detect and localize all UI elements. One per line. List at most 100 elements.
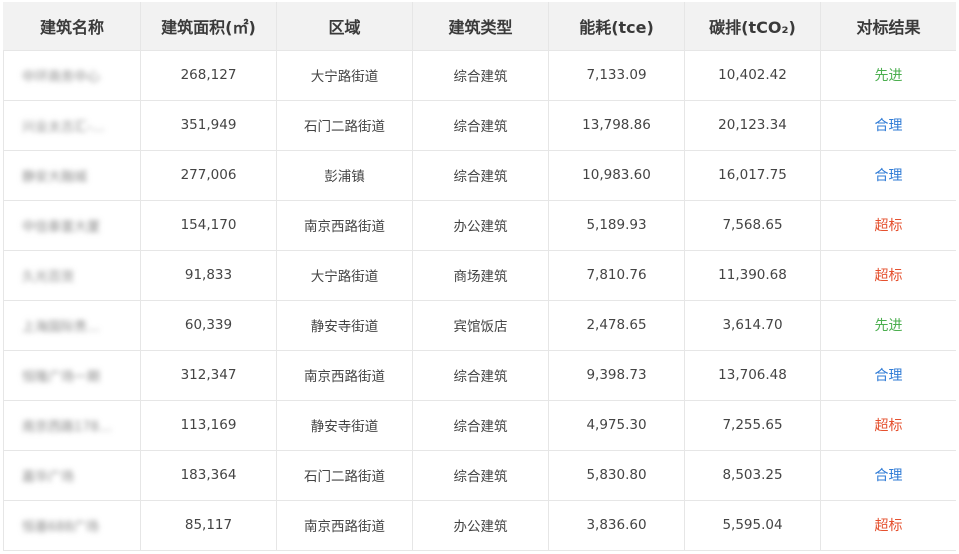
cell-building-type: 综合建筑 [412,400,549,451]
building-name-blurred[interactable]: 久光百货 [22,266,74,285]
building-name-blurred[interactable]: 南京西路178… [22,416,112,435]
cell-result: 超标 [820,250,956,301]
cell-building-type: 综合建筑 [412,350,549,401]
cell-area: 268,127 [140,50,277,101]
cell-building-type: 办公建筑 [412,200,549,251]
cell-building-type: 宾馆饭店 [412,300,549,351]
benchmark-table: 建筑名称 建筑面积(㎡) 区域 建筑类型 能耗(tce) 碳排(tCO₂) 对标… [3,2,956,551]
column-header-carbon[interactable]: 碳排(tCO₂) [684,2,821,51]
cell-result: 合理 [820,450,956,501]
building-name-blurred[interactable]: 中环商务中心 [22,66,100,85]
cell-area: 154,170 [140,200,277,251]
cell-district: 静安寺街道 [276,400,413,451]
cell-building-type: 商场建筑 [412,250,549,301]
benchmark-result-label: 先进 [874,68,903,84]
cell-building-name: 上海国际贵… [3,300,141,351]
column-header-building-type[interactable]: 建筑类型 [412,2,549,51]
cell-building-type: 办公建筑 [412,500,549,551]
column-header-area[interactable]: 建筑面积(㎡) [140,2,277,51]
cell-energy: 9,398.73 [548,350,685,401]
benchmark-result-label: 超标 [874,518,903,534]
cell-building-type: 综合建筑 [412,100,549,151]
cell-building-name: 静安大融城 [3,150,141,201]
benchmark-result-label: 超标 [874,268,903,284]
cell-carbon: 10,402.42 [684,50,821,101]
benchmark-result-label: 超标 [874,418,903,434]
cell-carbon: 13,706.48 [684,350,821,401]
cell-energy: 7,810.76 [548,250,685,301]
cell-area: 351,949 [140,100,277,151]
cell-district: 南京西路街道 [276,500,413,551]
cell-carbon: 7,568.65 [684,200,821,251]
building-name-blurred[interactable]: 嘉华广场 [22,466,74,485]
cell-building-name: 嘉华广场 [3,450,141,501]
cell-building-name: 南京西路178… [3,400,141,451]
table-row[interactable]: 恒隆广场一期 312,347 南京西路街道 综合建筑 9,398.73 13,706.48… [3,350,956,401]
column-header-building-name[interactable]: 建筑名称 [3,2,141,51]
cell-district: 石门二路街道 [276,100,413,151]
cell-result: 超标 [820,500,956,551]
cell-area: 113,169 [140,400,277,451]
cell-building-type: 综合建筑 [412,450,549,501]
building-name-blurred[interactable]: 兴业太古汇-… [22,116,105,135]
cell-district: 大宁路街道 [276,250,413,301]
cell-result: 超标 [820,200,956,251]
cell-area: 91,833 [140,250,277,301]
benchmark-result-label: 合理 [874,168,903,184]
cell-building-name: 恒基688广场 [3,500,141,551]
cell-area: 312,347 [140,350,277,401]
cell-carbon: 11,390.68 [684,250,821,301]
column-header-energy[interactable]: 能耗(tce) [548,2,685,51]
cell-energy: 10,983.60 [548,150,685,201]
cell-energy: 7,133.09 [548,50,685,101]
building-name-blurred[interactable]: 恒隆广场一期 [22,366,100,385]
cell-district: 南京西路街道 [276,200,413,251]
cell-result: 先进 [820,50,956,101]
table-row[interactable]: 中环商务中心 268,127 大宁路街道 综合建筑 7,133.09 10,402.42 先… [3,50,956,101]
cell-carbon: 8,503.25 [684,450,821,501]
table-row[interactable]: 嘉华广场 183,364 石门二路街道 综合建筑 5,830.80 8,503.25 合理 [3,450,956,501]
table-row[interactable]: 久光百货 91,833 大宁路街道 商场建筑 7,810.76 11,390.68 超标 [3,250,956,301]
cell-area: 183,364 [140,450,277,501]
cell-building-name: 恒隆广场一期 [3,350,141,401]
column-header-result[interactable]: 对标结果 [820,2,956,51]
cell-area: 277,006 [140,150,277,201]
table-row[interactable]: 上海国际贵… 60,339 静安寺街道 宾馆饭店 2,478.65 3,614.70 先进 [3,300,956,351]
header-row: 建筑名称 建筑面积(㎡) 区域 建筑类型 能耗(tce) 碳排(tCO₂) 对标… [3,2,956,51]
building-name-blurred[interactable]: 恒基688广场 [22,516,99,535]
benchmark-result-label: 合理 [874,118,903,134]
cell-energy: 5,830.80 [548,450,685,501]
cell-carbon: 20,123.34 [684,100,821,151]
benchmark-table-container: 建筑名称 建筑面积(㎡) 区域 建筑类型 能耗(tce) 碳排(tCO₂) 对标… [3,2,956,554]
column-header-district[interactable]: 区域 [276,2,413,51]
table-row[interactable]: 恒基688广场 85,117 南京西路街道 办公建筑 3,836.60 5,595.04 超… [3,500,956,551]
benchmark-result-label: 超标 [874,218,903,234]
cell-area: 60,339 [140,300,277,351]
cell-energy: 4,975.30 [548,400,685,451]
building-name-blurred[interactable]: 上海国际贵… [22,316,100,335]
building-name-blurred[interactable]: 中信泰富大厦 [22,216,100,235]
table-header: 建筑名称 建筑面积(㎡) 区域 建筑类型 能耗(tce) 碳排(tCO₂) 对标… [3,2,956,51]
cell-result: 合理 [820,350,956,401]
cell-building-name: 中环商务中心 [3,50,141,101]
cell-building-name: 久光百货 [3,250,141,301]
cell-district: 静安寺街道 [276,300,413,351]
cell-energy: 5,189.93 [548,200,685,251]
table-row[interactable]: 中信泰富大厦 154,170 南京西路街道 办公建筑 5,189.93 7,568.65 超… [3,200,956,251]
cell-result: 超标 [820,400,956,451]
cell-result: 先进 [820,300,956,351]
building-name-blurred[interactable]: 静安大融城 [22,166,87,185]
cell-energy: 13,798.86 [548,100,685,151]
table-row[interactable]: 南京西路178… 113,169 静安寺街道 综合建筑 4,975.30 7,255.65… [3,400,956,451]
cell-energy: 2,478.65 [548,300,685,351]
cell-building-type: 综合建筑 [412,50,549,101]
table-row[interactable]: 兴业太古汇-… 351,949 石门二路街道 综合建筑 13,798.86 20,123.… [3,100,956,151]
cell-carbon: 7,255.65 [684,400,821,451]
cell-carbon: 16,017.75 [684,150,821,201]
cell-district: 大宁路街道 [276,50,413,101]
cell-energy: 3,836.60 [548,500,685,551]
cell-district: 彭浦镇 [276,150,413,201]
cell-carbon: 5,595.04 [684,500,821,551]
cell-district: 南京西路街道 [276,350,413,401]
table-row[interactable]: 静安大融城 277,006 彭浦镇 综合建筑 10,983.60 16,017.75 合理 [3,150,956,201]
